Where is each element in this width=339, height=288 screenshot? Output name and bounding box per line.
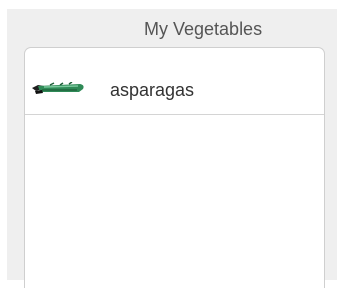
vegetable-list: asparagas <box>24 47 325 288</box>
list-item-label: asparagas <box>110 80 195 100</box>
vegetables-panel: My Vegetables asparagas <box>7 9 337 288</box>
list-item-asparagas[interactable]: asparagas <box>25 48 324 115</box>
asparagus-icon <box>32 81 85 96</box>
panel-title: My Vegetables <box>144 19 263 39</box>
